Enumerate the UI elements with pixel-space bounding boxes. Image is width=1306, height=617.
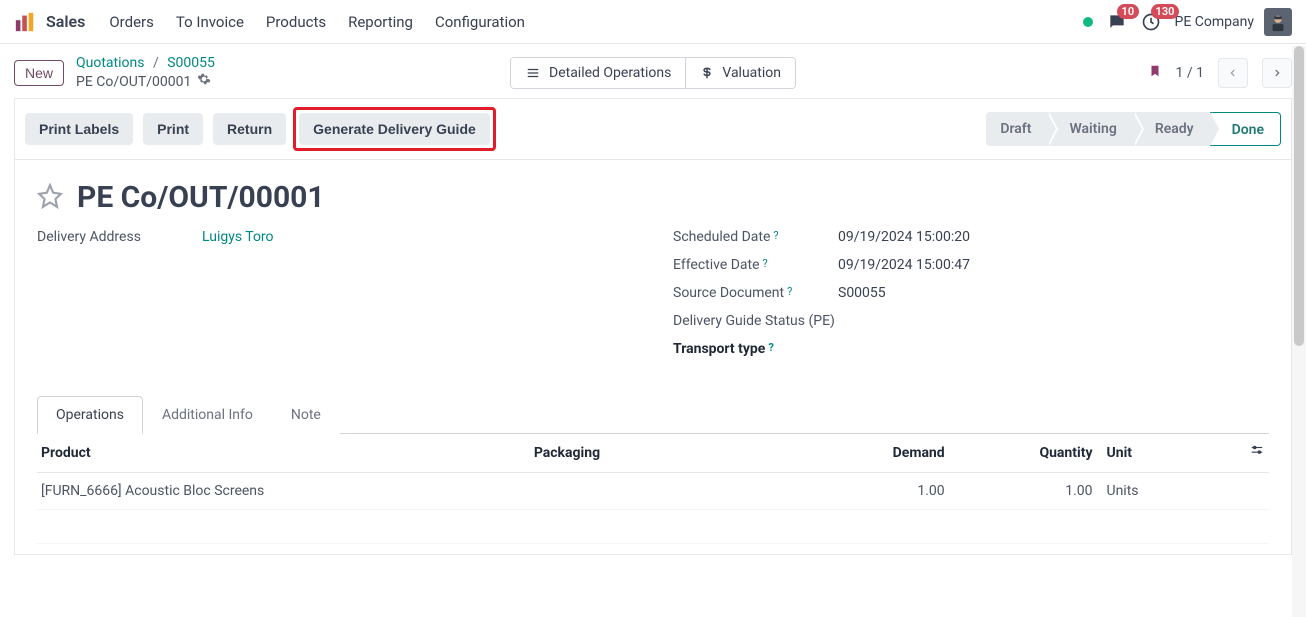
effective-date-value: 09/19/2024 15:00:47	[838, 257, 970, 273]
favorite-star-icon[interactable]	[37, 183, 63, 213]
breadcrumb-quotations[interactable]: Quotations	[76, 55, 144, 71]
new-button[interactable]: New	[14, 60, 64, 86]
detailed-operations-label: Detailed Operations	[549, 65, 671, 81]
activities-icon[interactable]: 130	[1141, 12, 1161, 32]
col-unit[interactable]: Unit	[1097, 434, 1220, 473]
stage-ready[interactable]: Ready	[1133, 112, 1210, 146]
nav-orders[interactable]: Orders	[109, 13, 154, 31]
nav-products[interactable]: Products	[266, 13, 326, 31]
source-document-label: Source Document?	[673, 285, 838, 301]
valuation-label: Valuation	[722, 65, 781, 81]
adjust-columns-icon[interactable]	[1249, 446, 1265, 462]
cell-packaging[interactable]	[530, 473, 801, 510]
nav-to-invoice[interactable]: To Invoice	[176, 13, 244, 31]
return-button[interactable]: Return	[213, 113, 286, 145]
gear-icon[interactable]	[197, 72, 211, 92]
presence-indicator	[1083, 17, 1093, 27]
cell-product[interactable]: [FURN_6666] Acoustic Bloc Screens	[37, 473, 530, 510]
col-demand[interactable]: Demand	[801, 434, 949, 473]
cell-quantity[interactable]: 1.00	[949, 473, 1097, 510]
company-switcher[interactable]: PE Company	[1175, 14, 1254, 30]
effective-date-label: Effective Date?	[673, 257, 838, 273]
status-pipeline: Draft Waiting Ready Done	[986, 112, 1281, 146]
highlight-annotation: Generate Delivery Guide	[293, 107, 496, 151]
table-row[interactable]: [FURN_6666] Acoustic Bloc Screens 1.00 1…	[37, 473, 1269, 510]
col-product[interactable]: Product	[37, 434, 530, 473]
tab-additional-info[interactable]: Additional Info	[143, 396, 272, 434]
generate-delivery-guide-button[interactable]: Generate Delivery Guide	[299, 113, 490, 145]
help-icon[interactable]: ?	[763, 257, 768, 270]
activities-badge: 130	[1151, 4, 1180, 19]
pager-prev-button[interactable]	[1218, 58, 1248, 88]
breadcrumb-order[interactable]: S00055	[167, 55, 215, 71]
scheduled-date-label: Scheduled Date?	[673, 229, 838, 245]
app-brand[interactable]: Sales	[46, 12, 85, 31]
delivery-address-value[interactable]: Luigys Toro	[202, 229, 274, 245]
print-labels-button[interactable]: Print Labels	[25, 113, 133, 145]
delivery-address-label: Delivery Address	[37, 229, 202, 245]
cell-demand[interactable]: 1.00	[801, 473, 949, 510]
scrollbar[interactable]	[1292, 46, 1306, 617]
breadcrumb-current: PE Co/OUT/00001	[76, 73, 191, 91]
nav-reporting[interactable]: Reporting	[348, 13, 413, 31]
delivery-guide-status-label: Delivery Guide Status (PE)	[673, 313, 838, 329]
nav-configuration[interactable]: Configuration	[435, 13, 525, 31]
bookmark-icon[interactable]	[1148, 62, 1162, 84]
col-quantity[interactable]: Quantity	[949, 434, 1097, 473]
stage-draft[interactable]: Draft	[986, 112, 1047, 146]
valuation-button[interactable]: Valuation	[685, 58, 795, 88]
breadcrumb: Quotations / S00055	[76, 54, 215, 72]
messaging-icon[interactable]: 10	[1107, 12, 1127, 32]
record-title: PE Co/OUT/00001	[77, 180, 325, 215]
tab-note[interactable]: Note	[272, 396, 340, 434]
app-logo[interactable]	[14, 11, 36, 33]
print-button[interactable]: Print	[143, 113, 203, 145]
detailed-operations-button[interactable]: Detailed Operations	[511, 58, 685, 88]
stage-waiting[interactable]: Waiting	[1047, 112, 1132, 146]
col-packaging[interactable]: Packaging	[530, 434, 801, 473]
messaging-badge: 10	[1117, 4, 1140, 19]
pager-next-button[interactable]	[1262, 58, 1292, 88]
transport-type-label: Transport type?	[673, 341, 838, 357]
scheduled-date-value: 09/19/2024 15:00:20	[838, 229, 970, 245]
help-icon[interactable]: ?	[773, 229, 778, 242]
user-avatar[interactable]	[1264, 8, 1292, 36]
help-icon[interactable]: ?	[768, 341, 773, 354]
tab-operations[interactable]: Operations	[37, 396, 143, 434]
source-document-value: S00055	[838, 285, 886, 301]
cell-unit[interactable]: Units	[1097, 473, 1220, 510]
help-icon[interactable]: ?	[787, 285, 792, 298]
pager-text: 1 / 1	[1176, 65, 1204, 81]
